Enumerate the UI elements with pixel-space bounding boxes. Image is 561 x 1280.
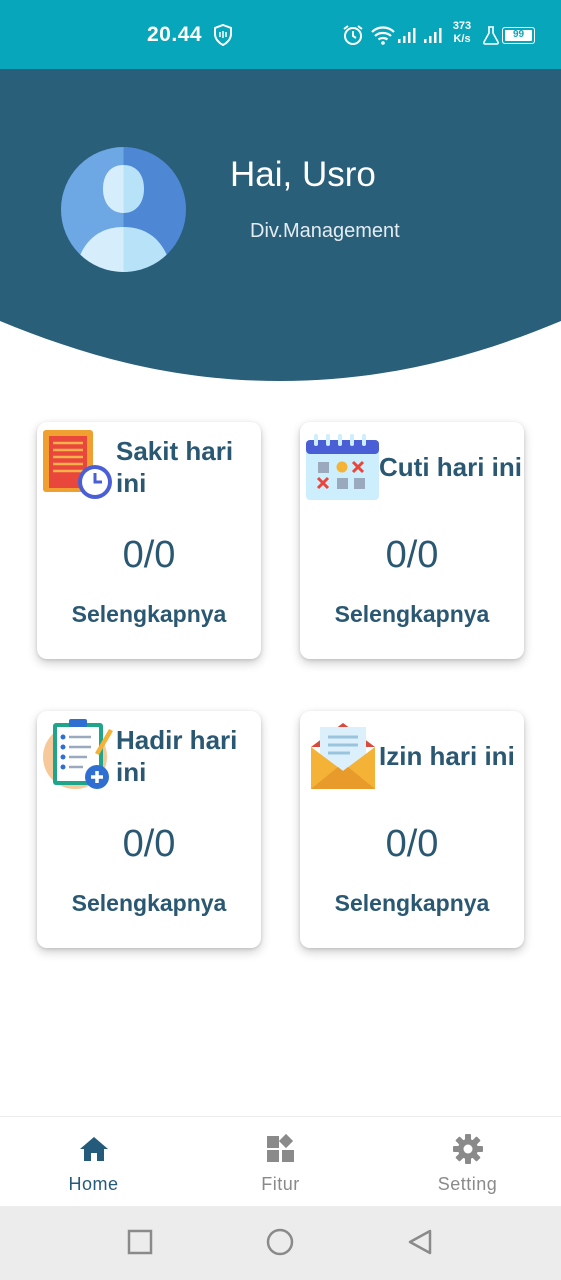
signal-icon	[398, 28, 416, 43]
nav-item-fitur[interactable]: Fitur	[187, 1117, 374, 1207]
battery-level: 99	[505, 30, 532, 41]
nav-item-home[interactable]: Home	[0, 1117, 187, 1207]
card-title: Sakit hari ini	[116, 435, 233, 499]
card-value: 0/0	[385, 823, 439, 865]
card-title: Cuti hari ini	[379, 451, 522, 483]
flask-icon	[483, 26, 499, 45]
division-text: Div.Management	[250, 220, 400, 242]
card-title: Izin hari ini	[379, 740, 515, 772]
back-triangle-icon[interactable]	[404, 1226, 436, 1258]
card-detail-link[interactable]: Selengkapnya	[37, 890, 261, 917]
greeting-text: Hai, Usro	[230, 155, 376, 194]
card-value: 0/0	[122, 534, 176, 576]
recents-square-icon[interactable]	[124, 1226, 156, 1258]
card-sick-today[interactable]: Sakit hari ini 0/0 Selengkapnya	[37, 422, 261, 659]
network-speed-value: 373	[452, 20, 472, 32]
card-title-line2: ini	[116, 757, 147, 787]
card-value: 0/0	[122, 823, 176, 865]
network-speed-unit: K/s	[453, 33, 471, 45]
envelope-permission-icon	[311, 723, 375, 789]
card-title-line1: Izin hari ini	[379, 741, 515, 771]
card-leave-today[interactable]: Cuti hari ini 0/0 Selengkapnya	[300, 422, 524, 659]
wifi-icon	[371, 26, 395, 45]
card-title: Hadir hari ini	[116, 724, 237, 788]
home-circle-icon[interactable]	[264, 1226, 296, 1258]
nav-label-setting: Setting	[437, 1174, 498, 1194]
card-detail-link[interactable]: Selengkapnya	[300, 890, 524, 917]
signal-icon	[424, 28, 442, 43]
nav-label-fitur: Fitur	[261, 1174, 300, 1194]
checklist-attendance-icon	[43, 719, 113, 789]
bottom-navigation: Home Fitur Setting	[0, 1116, 561, 1206]
card-value: 0/0	[385, 534, 439, 576]
card-detail-link[interactable]: Selengkapnya	[300, 601, 524, 628]
network-speed: 373 K/s	[452, 20, 472, 46]
nav-item-setting[interactable]: Setting	[374, 1117, 561, 1207]
card-present-today[interactable]: Hadir hari ini 0/0 Selengkapnya	[37, 711, 261, 948]
sick-report-icon	[43, 430, 112, 499]
card-title-line2: ini	[116, 468, 147, 498]
card-title-line1: Cuti hari ini	[379, 452, 522, 482]
card-title-line1: Sakit hari	[116, 436, 234, 466]
card-detail-link[interactable]: Selengkapnya	[37, 601, 261, 628]
card-permission-today[interactable]: Izin hari ini 0/0 Selengkapnya	[300, 711, 524, 948]
profile-header: Hai, Usro Div.Management	[0, 69, 561, 389]
nav-label-home: Home	[68, 1174, 119, 1194]
status-bar: 20.44 373 K/s 99	[0, 0, 561, 69]
calendar-leave-icon	[306, 434, 379, 500]
alarm-icon	[343, 25, 363, 45]
gear-icon	[453, 1134, 483, 1164]
status-time: 20.44	[147, 23, 203, 46]
battery-icon: 99	[502, 27, 535, 44]
grid-icon	[267, 1133, 294, 1162]
system-navigation-bar	[0, 1206, 561, 1280]
avatar	[61, 147, 186, 272]
card-title-line1: Hadir hari	[116, 725, 238, 755]
home-icon	[80, 1137, 108, 1161]
shield-icon	[214, 24, 232, 46]
